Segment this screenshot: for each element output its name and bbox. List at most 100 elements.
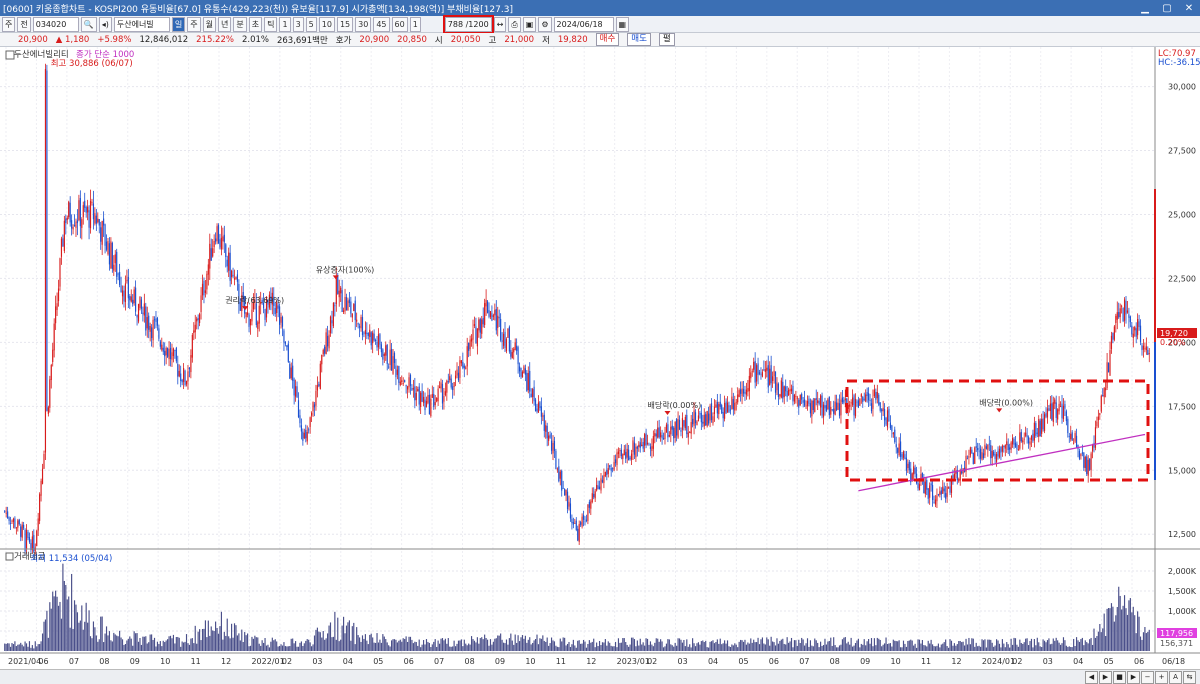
tab-second[interactable]: 초 — [248, 16, 263, 32]
text-icon[interactable]: A — [1169, 671, 1182, 684]
minute-30[interactable]: 30 — [355, 16, 372, 32]
zoom-out-icon[interactable]: − — [1141, 671, 1154, 684]
tab-year[interactable]: 년 — [217, 16, 232, 32]
volume-bar — [1121, 609, 1123, 651]
expand-button[interactable]: 펼 — [658, 33, 675, 46]
candle-body — [849, 404, 851, 407]
stock-code-input[interactable]: 034020 — [32, 16, 79, 32]
volume-bar — [936, 645, 938, 651]
minute-45[interactable]: 45 — [373, 16, 390, 32]
volume-bar — [905, 646, 907, 651]
zoom-icon[interactable]: ↔ — [493, 16, 507, 32]
save-icon[interactable]: ▣ — [522, 16, 537, 32]
candle-body — [438, 386, 441, 389]
custom-period[interactable]: 1 — [409, 16, 421, 32]
minute-3[interactable]: 3 — [292, 16, 304, 32]
sell-button[interactable]: 매도 — [627, 33, 651, 46]
print-icon[interactable]: ⎙ — [508, 16, 521, 32]
volume-bar — [705, 640, 707, 651]
date-label: 09 — [130, 657, 140, 666]
candle-body — [415, 393, 417, 401]
play-icon[interactable]: ▶ — [1099, 671, 1112, 684]
candle-body — [494, 309, 496, 316]
stop-icon[interactable]: ■ — [1113, 671, 1126, 684]
minute-10[interactable]: 10 — [318, 16, 335, 32]
tab-minute[interactable]: 분 — [233, 16, 247, 32]
volume-bar — [562, 637, 564, 651]
volume-bar — [315, 629, 317, 651]
candle-body — [844, 398, 846, 401]
volume-bar — [204, 620, 207, 651]
candle-body — [293, 379, 295, 396]
candle-body — [354, 300, 356, 321]
candle-body — [841, 397, 843, 403]
tab-tick[interactable]: 틱 — [264, 16, 278, 32]
minimize-icon[interactable]: ▁ — [1134, 3, 1156, 14]
volume-bar — [838, 645, 841, 651]
candle-body — [196, 318, 198, 322]
minute-15[interactable]: 15 — [336, 16, 354, 32]
candle-body — [972, 452, 974, 465]
buy-button[interactable]: 매수 — [595, 33, 620, 46]
tab-day[interactable]: 일 — [171, 16, 186, 32]
scroll-right-icon[interactable]: ▶ — [1127, 671, 1140, 684]
volume-bar — [869, 643, 871, 651]
data-count-field[interactable]: 788 /1200 — [442, 14, 494, 34]
tab-month[interactable]: 월 — [202, 16, 216, 32]
date-label: 08 — [830, 657, 840, 666]
stock-name-field[interactable]: 두산에너빌 — [113, 16, 170, 32]
maximize-icon[interactable]: ▢ — [1156, 3, 1178, 14]
volume-bar — [385, 639, 387, 651]
volume-bar — [897, 641, 899, 651]
date-label: 03 — [1043, 657, 1053, 666]
volume-bar — [457, 640, 460, 651]
volume-bar — [636, 640, 638, 651]
close-icon[interactable]: ✕ — [1178, 3, 1200, 14]
volume-bar — [73, 600, 76, 651]
volume-bar — [731, 644, 733, 651]
search-icon[interactable]: 🔍 — [80, 16, 97, 32]
minute-1[interactable]: 1 — [279, 16, 291, 32]
volume-bar — [177, 636, 179, 651]
candle-body — [692, 418, 694, 425]
chart-area[interactable]: 두산에너빌리티 종가 단순 1000 LC:70.97 HC:-36.15 12… — [0, 47, 1200, 669]
price-chart[interactable]: 두산에너빌리티 종가 단순 1000 LC:70.97 HC:-36.15 12… — [0, 47, 1200, 669]
volume-bar — [436, 646, 438, 651]
speaker-icon[interactable]: ◂) — [98, 16, 112, 32]
candle-body — [1039, 420, 1041, 437]
tab-week[interactable]: 주 — [187, 16, 201, 32]
candle-body — [220, 237, 223, 250]
volume-bar — [610, 645, 612, 651]
candle-body — [1075, 435, 1078, 449]
mode-select[interactable]: 주 — [2, 16, 16, 32]
candle-body — [853, 395, 855, 416]
chart-scrollbar[interactable]: ◀ ▶ ■ ▶ − + A ⇆ — [0, 669, 1200, 684]
minute-5[interactable]: 5 — [305, 16, 317, 32]
calendar-icon[interactable]: ▦ — [615, 16, 630, 32]
scroll-left-icon[interactable]: ◀ — [1085, 671, 1098, 684]
candle-body — [613, 461, 615, 471]
volume-bar — [207, 620, 209, 651]
volume-bar — [392, 639, 394, 651]
candle-body — [385, 345, 387, 356]
volume-bar — [117, 636, 119, 651]
minute-60[interactable]: 60 — [391, 16, 408, 32]
candle-body — [721, 405, 723, 414]
volume-bar — [553, 641, 556, 651]
candle-body — [418, 386, 420, 405]
volume-bar — [222, 639, 224, 651]
volume-bar — [585, 647, 588, 651]
volume-bar — [239, 640, 241, 651]
candle-body — [470, 338, 473, 342]
date-field[interactable]: 2024/06/18 — [553, 16, 614, 32]
volume-bar — [661, 641, 663, 651]
candle-body — [498, 317, 500, 319]
scope-select[interactable]: 전 — [17, 16, 31, 32]
settings-icon[interactable]: ⚙ — [538, 16, 552, 32]
arrows-icon[interactable]: ⇆ — [1183, 671, 1196, 684]
zoom-in-icon[interactable]: + — [1155, 671, 1168, 684]
volume-bar — [974, 646, 976, 651]
volume-bar — [860, 643, 862, 651]
candle-body — [81, 219, 83, 228]
volume-bar — [516, 642, 518, 651]
